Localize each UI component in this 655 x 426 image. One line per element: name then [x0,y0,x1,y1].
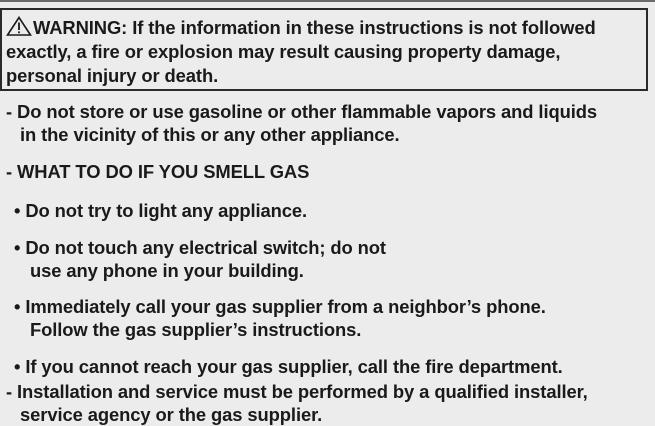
bullet-fire-department-text: • If you cannot reach your gas supplier,… [14,356,563,377]
warning-text: WARNING: If the information in these ins… [6,16,646,88]
instruction-flammables: - Do not store or use gasoline or other … [6,100,651,146]
warning-line-3: personal injury or death. [6,65,219,86]
bullet-call-supplier-line-1: • Immediately call your gas supplier fro… [14,296,546,317]
bullet-call-gas-supplier: • Immediately call your gas supplier fro… [14,295,649,341]
smell-gas-heading-text: - WHAT TO DO IF YOU SMELL GAS [6,161,310,182]
bullet-do-not-touch-line-2: use any phone in your building. [30,260,304,281]
instruction-flammables-line-2: in the vicinity of this or any other app… [20,124,400,145]
instruction-flammables-line-1: - Do not store or use gasoline or other … [6,101,597,122]
bullet-do-not-light: • Do not try to light any appliance. [14,199,649,222]
warning-line-2: exactly, a fire or explosion may result … [6,41,561,62]
instruction-installation-line-2: service agency or the gas supplier. [20,404,323,425]
bullet-call-supplier-line-2: Follow the gas supplier’s instructions. [30,319,362,340]
bullet-do-not-light-text: • Do not try to light any appliance. [14,200,308,221]
instruction-installation: - Installation and service must be perfo… [6,380,651,426]
warning-box: WARNING: If the information in these ins… [0,8,648,91]
bullet-do-not-touch-switch: • Do not touch any electrical switch; do… [14,236,649,282]
top-divider [0,0,655,2]
instruction-smell-gas-heading: - WHAT TO DO IF YOU SMELL GAS [6,160,651,183]
bullet-call-fire-department: • If you cannot reach your gas supplier,… [14,355,649,378]
warning-line-1: WARNING: If the information in these ins… [33,17,596,38]
warning-triangle-icon [6,16,32,36]
instruction-installation-line-1: - Installation and service must be perfo… [6,381,588,402]
bullet-do-not-touch-line-1: • Do not touch any electrical switch; do… [14,237,386,258]
